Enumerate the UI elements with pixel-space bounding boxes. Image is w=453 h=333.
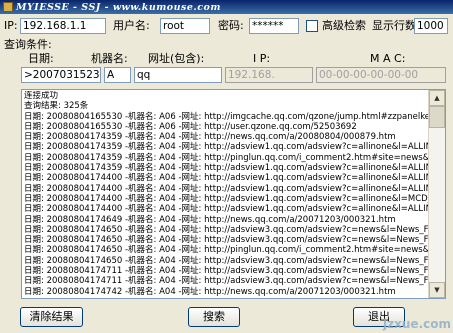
- rows-label: 显示行数:: [372, 19, 420, 32]
- ip-filter-label: I P:: [253, 52, 271, 65]
- title-bar: MYIESSE - SSJ - www.kumouse.com: [0, 0, 453, 14]
- machine-label: 机器名:: [91, 52, 128, 65]
- log-line: 日期: 20080804174359 -机器名: A04 -网址: http:/…: [24, 142, 429, 153]
- log-scrollbar[interactable]: ▲ ▼: [428, 90, 445, 298]
- search-button[interactable]: 搜索: [188, 307, 240, 327]
- log-line: 查询结果: 325条: [24, 101, 89, 112]
- date-input[interactable]: >20070315232400: [21, 67, 101, 83]
- log-line: 日期: 20080804174359 -机器名: A04 -网址: http:/…: [24, 132, 396, 143]
- password-input[interactable]: ******: [249, 18, 299, 34]
- log-line: 日期: 20080804174650 -机器名: A04 -网址: http:/…: [24, 255, 429, 266]
- log-line: 日期: 20080804165530 -机器名: A06 -网址: http:/…: [24, 111, 429, 122]
- log-line: 日期: 20080804174742 -机器名: A04 -网址: http:/…: [24, 286, 396, 297]
- log-line: 日期: 20080804174400 -机器名: A04 -网址: http:/…: [24, 204, 429, 215]
- log-line: 日期: 20080804174649 -机器名: A04 -网址: http:/…: [24, 214, 396, 225]
- log-line: 连接成功: [24, 91, 59, 101]
- advanced-search-checkbox[interactable]: [306, 20, 318, 32]
- window-title: MYIESSE - SSJ - www.kumouse.com: [16, 1, 221, 13]
- app-icon: [3, 2, 13, 12]
- watermark: jzxue.com: [383, 317, 451, 331]
- conditions-label: 查询条件:: [4, 38, 52, 51]
- log-line: 日期: 20080804174650 -机器名: A04 -网址: http:/…: [24, 224, 429, 235]
- rows-input[interactable]: 1000: [414, 18, 448, 34]
- username-label: 用户名:: [113, 19, 150, 32]
- password-label: 密码:: [218, 19, 244, 32]
- username-input[interactable]: root: [160, 18, 210, 34]
- results-log-content: 连接成功 查询结果: 325条 日期: 20080804165530 -机器名: A…: [23, 91, 429, 297]
- log-line: 日期: 20080804174359 -机器名: A04 -网址: http:/…: [24, 163, 429, 174]
- ip-input[interactable]: 192.168.1.1: [20, 18, 106, 34]
- log-line: 日期: 20080804174400 -机器名: A04 -网址: http:/…: [24, 183, 429, 194]
- advanced-search-label: 高级检索: [322, 19, 366, 32]
- log-line: 日期: 20080804174400 -机器名: A04 -网址: http:/…: [24, 173, 429, 184]
- scroll-thumb[interactable]: [429, 106, 445, 128]
- clear-results-button[interactable]: 清除结果: [20, 307, 83, 327]
- ip-filter-input[interactable]: 192.168.: [225, 67, 313, 83]
- mac-input[interactable]: 00-00-00-00-00-00: [316, 67, 446, 83]
- url-input[interactable]: qq: [134, 67, 222, 83]
- url-label: 网址(包含):: [148, 52, 205, 65]
- date-label: 日期:: [28, 52, 54, 65]
- log-line: 日期: 20080804174650 -机器名: A04 -网址: http:/…: [24, 235, 429, 246]
- mac-label: M A C:: [370, 52, 406, 65]
- log-line: 日期: 20080804174711 -机器名: A04 -网址: http:/…: [24, 276, 429, 287]
- machine-input[interactable]: A: [104, 67, 131, 83]
- log-line: 日期: 20080804174400 -机器名: A04 -网址: http:/…: [24, 193, 429, 204]
- log-line: 日期: 20080804174359 -机器名: A04 -网址: http:/…: [24, 152, 429, 163]
- ip-label: IP:: [4, 19, 18, 32]
- results-log[interactable]: 连接成功 查询结果: 325条 日期: 20080804165530 -机器名: A…: [21, 89, 446, 299]
- scroll-up-arrow-icon[interactable]: ▲: [429, 90, 445, 106]
- log-line: 日期: 20080804174711 -机器名: A04 -网址: http:/…: [24, 266, 429, 277]
- log-line: 日期: 20080804174650 -机器名: A04 -网址: http:/…: [24, 245, 429, 256]
- scroll-down-arrow-icon[interactable]: ▼: [429, 282, 445, 298]
- log-line: 日期: 20080804165530 -机器名: A06 -网址: http:/…: [24, 121, 357, 132]
